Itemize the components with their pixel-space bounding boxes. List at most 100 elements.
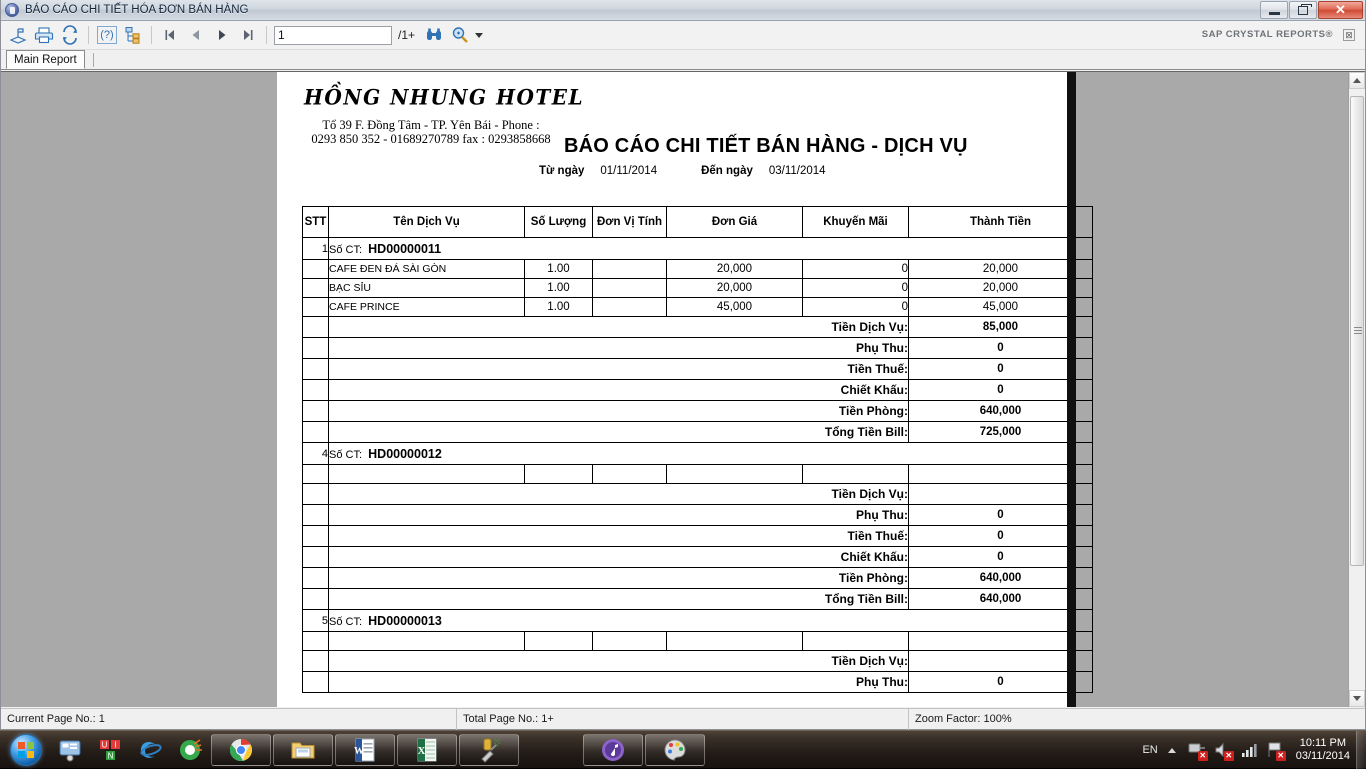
prev-page-button[interactable] bbox=[183, 23, 209, 47]
minimize-button[interactable] bbox=[1260, 1, 1288, 19]
language-indicator[interactable]: EN bbox=[1142, 744, 1157, 756]
summary-stt-spacer bbox=[303, 317, 329, 338]
taskbar-item-chrome[interactable] bbox=[211, 734, 271, 766]
stt-spacer bbox=[303, 465, 329, 484]
find-button[interactable] bbox=[421, 23, 447, 47]
svg-text:U: U bbox=[102, 740, 108, 749]
itunes-icon bbox=[600, 737, 626, 763]
summary-value: 0 bbox=[909, 526, 1093, 547]
invoice-header-row: 4Số CT: HD00000012 bbox=[303, 443, 1093, 465]
item-unitprice bbox=[667, 465, 803, 484]
zoom-dropdown-caret-icon[interactable] bbox=[475, 33, 483, 38]
export-button[interactable] bbox=[5, 23, 31, 47]
close-button[interactable]: ✕ bbox=[1318, 1, 1363, 19]
summary-label: Tổng Tiền Bill: bbox=[329, 422, 909, 443]
invoice-stt: 5 bbox=[303, 610, 329, 632]
item-unitprice: 20,000 bbox=[667, 260, 803, 279]
group-tree-button[interactable] bbox=[120, 23, 146, 47]
taskbar-item-itunes[interactable] bbox=[583, 734, 643, 766]
taskbar-item-explorer[interactable] bbox=[273, 734, 333, 766]
quicklaunch-media-button[interactable] bbox=[50, 732, 90, 768]
page-number-input[interactable] bbox=[274, 26, 392, 45]
next-page-button[interactable] bbox=[209, 23, 235, 47]
from-date-label: Từ ngày bbox=[539, 165, 584, 177]
summary-value: 0 bbox=[909, 380, 1093, 401]
show-desktop-button[interactable] bbox=[1356, 731, 1366, 769]
scrollbar-thumb[interactable] bbox=[1350, 96, 1364, 566]
refresh-button[interactable] bbox=[57, 23, 83, 47]
last-page-button[interactable] bbox=[235, 23, 261, 47]
zoom-button[interactable] bbox=[447, 23, 473, 47]
print-button[interactable] bbox=[31, 23, 57, 47]
action-center-flag-icon[interactable]: ✕ bbox=[1265, 740, 1285, 760]
volume-muted-icon[interactable]: ✕ bbox=[1213, 740, 1233, 760]
show-hidden-icons-caret-icon[interactable] bbox=[1168, 748, 1176, 753]
table-header-row: STT Tên Dịch Vụ Số Lượng Đơn Vị Tính Đơn… bbox=[303, 207, 1093, 238]
summary-value: 640,000 bbox=[909, 589, 1093, 610]
item-promotion bbox=[803, 465, 909, 484]
to-date-value: 03/11/2014 bbox=[769, 165, 826, 177]
page-shadow bbox=[1067, 72, 1076, 707]
report-viewer: HỒNG NHUNG HOTEL Tổ 39 F. Đồng Tâm - TP.… bbox=[1, 71, 1365, 707]
item-unit bbox=[593, 632, 667, 651]
invoice-number-cell: Số CT: HD00000011 bbox=[329, 238, 1093, 260]
vertical-scrollbar[interactable] bbox=[1348, 72, 1365, 707]
summary-label: Tổng Tiền Bill: bbox=[329, 589, 909, 610]
quicklaunch-ie-button[interactable] bbox=[130, 732, 170, 768]
sap-brand-label: SAP CRYSTAL REPORTS® bbox=[1202, 29, 1333, 40]
item-amount: 20,000 bbox=[909, 260, 1093, 279]
invoice-prefix: Số CT: bbox=[329, 616, 362, 628]
summary-label: Phụ Thu: bbox=[329, 338, 909, 359]
item-amount: 45,000 bbox=[909, 298, 1093, 317]
taskbar-item-tools[interactable] bbox=[459, 734, 519, 766]
date-range: Từ ngày 01/11/2014 Đến ngày 03/11/2014 bbox=[539, 165, 826, 177]
window-controls: ✕ bbox=[1260, 1, 1363, 19]
quicklaunch-app-button[interactable] bbox=[170, 732, 210, 768]
report-toolbar: (?) bbox=[1, 21, 1365, 50]
taskbar-item-word[interactable]: W bbox=[335, 734, 395, 766]
invoice-header-row: 1Số CT: HD00000011 bbox=[303, 238, 1093, 260]
invoice-prefix: Số CT: bbox=[329, 244, 362, 256]
minimize-icon bbox=[1269, 12, 1280, 15]
to-date-label: Đến ngày bbox=[701, 165, 753, 177]
brand-close-icon[interactable]: ⊠ bbox=[1343, 29, 1355, 41]
invoice-number: HD00000012 bbox=[368, 447, 442, 461]
invoice-stt: 1 bbox=[303, 238, 329, 260]
internet-explorer-icon bbox=[137, 737, 163, 763]
start-button[interactable] bbox=[2, 733, 50, 767]
svg-text:W: W bbox=[354, 746, 364, 757]
summary-value: 640,000 bbox=[909, 401, 1093, 422]
summary-value bbox=[909, 651, 1093, 672]
quicklaunch-unikey-button[interactable]: U I N bbox=[90, 732, 130, 768]
summary-row: Phụ Thu:0 bbox=[303, 505, 1093, 526]
clock[interactable]: 10:11 PM 03/11/2014 bbox=[1296, 737, 1350, 763]
next-page-icon bbox=[214, 27, 230, 43]
clock-time: 10:11 PM bbox=[1296, 737, 1350, 750]
chevron-down-icon bbox=[1353, 696, 1361, 701]
first-page-icon bbox=[162, 27, 178, 43]
scroll-up-button[interactable] bbox=[1349, 72, 1365, 89]
first-page-button[interactable] bbox=[157, 23, 183, 47]
network-disconnected-icon[interactable]: ✕ bbox=[1187, 740, 1207, 760]
summary-value: 0 bbox=[909, 672, 1093, 693]
address-line-1: Tổ 39 F. Đồng Tâm - TP. Yên Bái - Phone … bbox=[300, 118, 562, 132]
summary-row: Tổng Tiền Bill:725,000 bbox=[303, 422, 1093, 443]
media-center-icon bbox=[57, 737, 83, 763]
taskbar-item-visualstudio[interactable] bbox=[521, 734, 581, 766]
taskbar-item-excel[interactable]: X bbox=[397, 734, 457, 766]
taskbar-item-paint[interactable] bbox=[645, 734, 705, 766]
summary-row: Phụ Thu:0 bbox=[303, 338, 1093, 359]
item-unitprice: 45,000 bbox=[667, 298, 803, 317]
export-icon bbox=[8, 25, 28, 45]
maximize-button[interactable] bbox=[1289, 1, 1317, 19]
signal-strength-icon[interactable] bbox=[1239, 740, 1259, 760]
summary-label: Phụ Thu: bbox=[329, 505, 909, 526]
scroll-down-button[interactable] bbox=[1349, 690, 1365, 707]
status-total-page: Total Page No.: 1+ bbox=[457, 709, 909, 730]
refresh-icon bbox=[60, 25, 80, 45]
tab-main-report[interactable]: Main Report bbox=[6, 50, 85, 69]
summary-row: Tiền Dịch Vụ: bbox=[303, 651, 1093, 672]
help-button[interactable]: (?) bbox=[94, 23, 120, 47]
item-unit bbox=[593, 260, 667, 279]
summary-value: 85,000 bbox=[909, 317, 1093, 338]
